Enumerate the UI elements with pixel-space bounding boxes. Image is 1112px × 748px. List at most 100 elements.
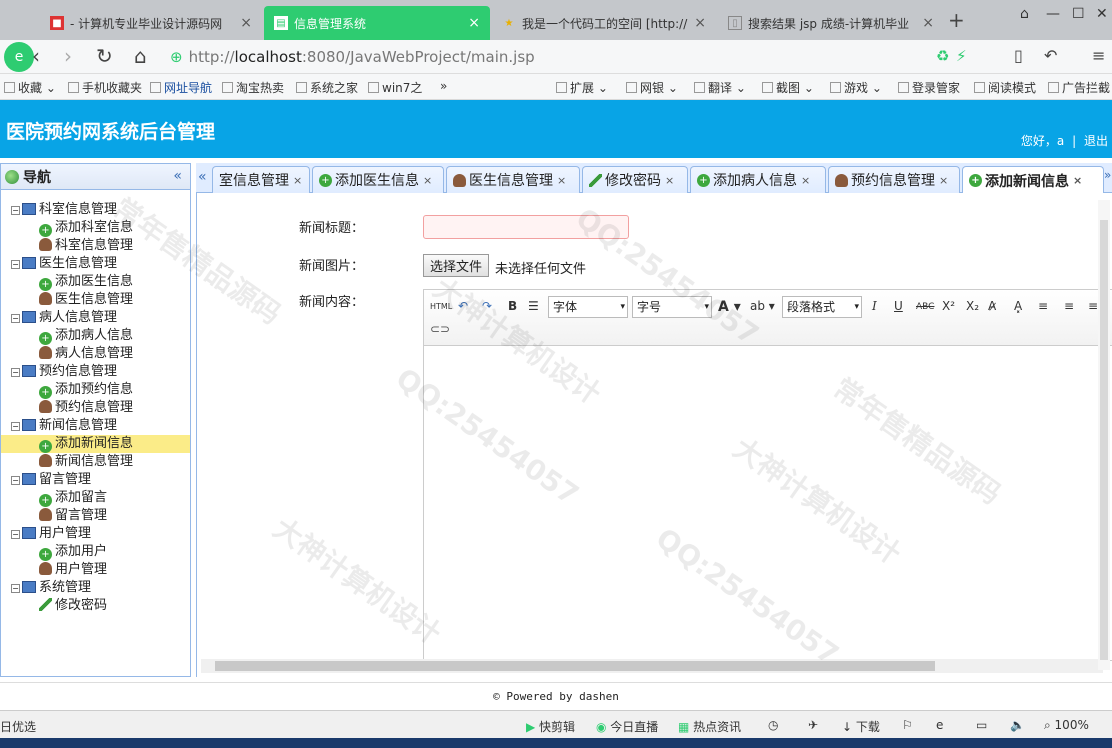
close-icon[interactable]: × — [468, 15, 480, 31]
nav-group[interactable]: − 病人信息管理 — [1, 309, 190, 327]
subscript-icon[interactable]: X₂ — [966, 299, 979, 313]
collapse-toggle-icon[interactable]: − — [11, 314, 20, 323]
select-all-icon[interactable]: A͓ — [1014, 299, 1022, 313]
font-family-select[interactable]: 字体 ▾ — [548, 296, 628, 318]
nav-group[interactable]: − 医生信息管理 — [1, 255, 190, 273]
bookmark-item[interactable]: 网银 ⌄ — [626, 79, 678, 96]
close-icon[interactable]: × — [557, 174, 566, 187]
minimize-button[interactable]: — — [1046, 6, 1060, 22]
close-window-button[interactable]: ✕ — [1096, 6, 1108, 22]
close-icon[interactable]: × — [240, 15, 252, 31]
tab-scroll-left-icon[interactable]: « — [198, 169, 207, 185]
flag-icon[interactable]: ⚐ — [902, 718, 913, 732]
bookmark-item[interactable]: 手机收藏夹 — [68, 79, 142, 96]
content-tab[interactable]: 修改密码 × — [582, 166, 688, 193]
bookmark-item[interactable]: 扩展 ⌄ — [556, 79, 608, 96]
nav-item[interactable]: + 添加医生信息 — [1, 273, 190, 291]
bookmark-item[interactable]: 收藏 ⌄ — [4, 79, 56, 96]
reload-icon[interactable]: ↻ — [96, 44, 113, 68]
maximize-button[interactable]: ☐ — [1072, 6, 1085, 22]
nav-item[interactable]: 预约信息管理 — [1, 399, 190, 417]
close-icon[interactable]: × — [665, 174, 674, 187]
nav-group[interactable]: − 系统管理 — [1, 579, 190, 597]
bookmark-item[interactable]: 系统之家 — [296, 79, 358, 96]
bookmark-item[interactable]: 登录管家 — [898, 79, 960, 96]
nav-item[interactable]: + 添加病人信息 — [1, 327, 190, 345]
status-item[interactable]: ▦ 热点资讯 — [678, 718, 741, 735]
font-color-icon[interactable]: A ▾ — [718, 299, 741, 315]
zoom-level[interactable]: ⌕ 100% — [1044, 718, 1089, 733]
home-icon[interactable]: ⌂ — [134, 44, 147, 68]
url-bar[interactable]: ⊕ http://localhost:8080/JavaWebProject/m… — [170, 45, 930, 69]
forward-icon[interactable]: › — [64, 44, 72, 68]
close-icon[interactable]: × — [922, 15, 934, 31]
recycle-icon[interactable]: ♻ — [936, 47, 949, 65]
close-icon[interactable]: × — [801, 174, 810, 187]
superscript-icon[interactable]: X² — [942, 299, 955, 313]
align-right-icon[interactable]: ≡ — [1088, 299, 1098, 313]
nav-group[interactable]: − 用户管理 — [1, 525, 190, 543]
nav-item[interactable]: + 添加用户 — [1, 543, 190, 561]
close-icon[interactable]: × — [293, 174, 302, 187]
align-center-icon[interactable]: ≡ — [1064, 299, 1074, 313]
menu-icon[interactable]: ≡ — [1092, 46, 1105, 65]
window-icon[interactable]: ▭ — [976, 718, 987, 732]
highlight-icon[interactable]: ab ▾ — [750, 299, 775, 313]
strikethrough-icon[interactable]: ABC — [916, 302, 934, 312]
vertical-scrollbar[interactable] — [1098, 200, 1110, 670]
back-icon[interactable]: ‹ — [32, 44, 40, 68]
html-source-button[interactable]: HTML — [430, 302, 452, 311]
phone-icon[interactable]: ▯ — [1014, 46, 1023, 65]
bookmark-item[interactable]: 淘宝热卖 — [222, 79, 284, 96]
browser-icon[interactable]: e — [936, 718, 943, 732]
nav-item[interactable]: + 添加新闻信息 — [1, 435, 190, 453]
status-item[interactable]: ↓ 下载 — [842, 718, 880, 735]
sound-icon[interactable]: 🔈 — [1010, 718, 1025, 732]
italic-icon[interactable]: I — [872, 299, 877, 313]
nav-item[interactable]: 新闻信息管理 — [1, 453, 190, 471]
close-icon[interactable]: × — [694, 15, 706, 31]
underline-icon[interactable]: U — [894, 299, 903, 313]
nav-item[interactable]: 修改密码 — [1, 597, 190, 615]
choose-file-button[interactable]: 选择文件 — [423, 254, 490, 277]
nav-item[interactable]: 留言管理 — [1, 507, 190, 525]
bold-icon[interactable]: B — [508, 299, 517, 313]
collapse-icon[interactable]: « — [173, 168, 182, 184]
nav-group[interactable]: − 预约信息管理 — [1, 363, 190, 381]
editor-content-area[interactable] — [424, 346, 1112, 660]
content-tab[interactable]: 医生信息管理 × — [446, 166, 580, 193]
bookmark-item[interactable]: 截图 ⌄ — [762, 79, 814, 96]
nav-item[interactable]: 病人信息管理 — [1, 345, 190, 363]
scrollbar-thumb[interactable] — [215, 661, 935, 671]
nav-item[interactable]: 科室信息管理 — [1, 237, 190, 255]
nav-group[interactable]: − 科室信息管理 — [1, 201, 190, 219]
nav-item[interactable]: + 添加留言 — [1, 489, 190, 507]
font-size-select[interactable]: 字号 ▾ — [632, 296, 712, 318]
close-icon[interactable]: × — [939, 174, 948, 187]
nav-group[interactable]: − 留言管理 — [1, 471, 190, 489]
bookmark-item[interactable]: 阅读模式 — [974, 79, 1036, 96]
content-tab[interactable]: 室信息管理 × — [212, 166, 310, 193]
close-icon[interactable]: × — [1073, 174, 1082, 187]
new-tab-button[interactable]: + — [948, 8, 965, 32]
collapse-toggle-icon[interactable]: − — [11, 530, 20, 539]
format-clear-icon[interactable]: ☰ — [528, 299, 539, 313]
nav-item[interactable]: + 添加预约信息 — [1, 381, 190, 399]
speed-icon[interactable]: ◷ — [768, 718, 778, 732]
collapse-toggle-icon[interactable]: − — [11, 260, 20, 269]
bookmark-item[interactable]: win7之 — [368, 79, 422, 96]
content-tab[interactable]: + 添加病人信息 × — [690, 166, 826, 193]
browser-tab-active[interactable]: ▤ 信息管理系统 × — [264, 6, 490, 40]
horizontal-scrollbar[interactable] — [201, 659, 1103, 673]
nav-item[interactable]: 医生信息管理 — [1, 291, 190, 309]
bookmark-item[interactable]: 游戏 ⌄ — [830, 79, 882, 96]
more-bookmarks-icon[interactable]: » — [440, 79, 447, 93]
browser-logo-icon[interactable]: e — [4, 42, 34, 72]
undo-icon[interactable]: ↶ — [1044, 46, 1057, 65]
scrollbar-thumb[interactable] — [1100, 220, 1108, 660]
browser-tab[interactable]: ★ 我是一个代码工的空间 [http:// × — [492, 6, 716, 40]
news-title-input[interactable] — [423, 215, 629, 239]
clear-format-icon[interactable]: A̷ — [988, 299, 996, 313]
status-item[interactable]: ▶ 快剪辑 — [526, 718, 575, 735]
nav-group[interactable]: − 新闻信息管理 — [1, 417, 190, 435]
